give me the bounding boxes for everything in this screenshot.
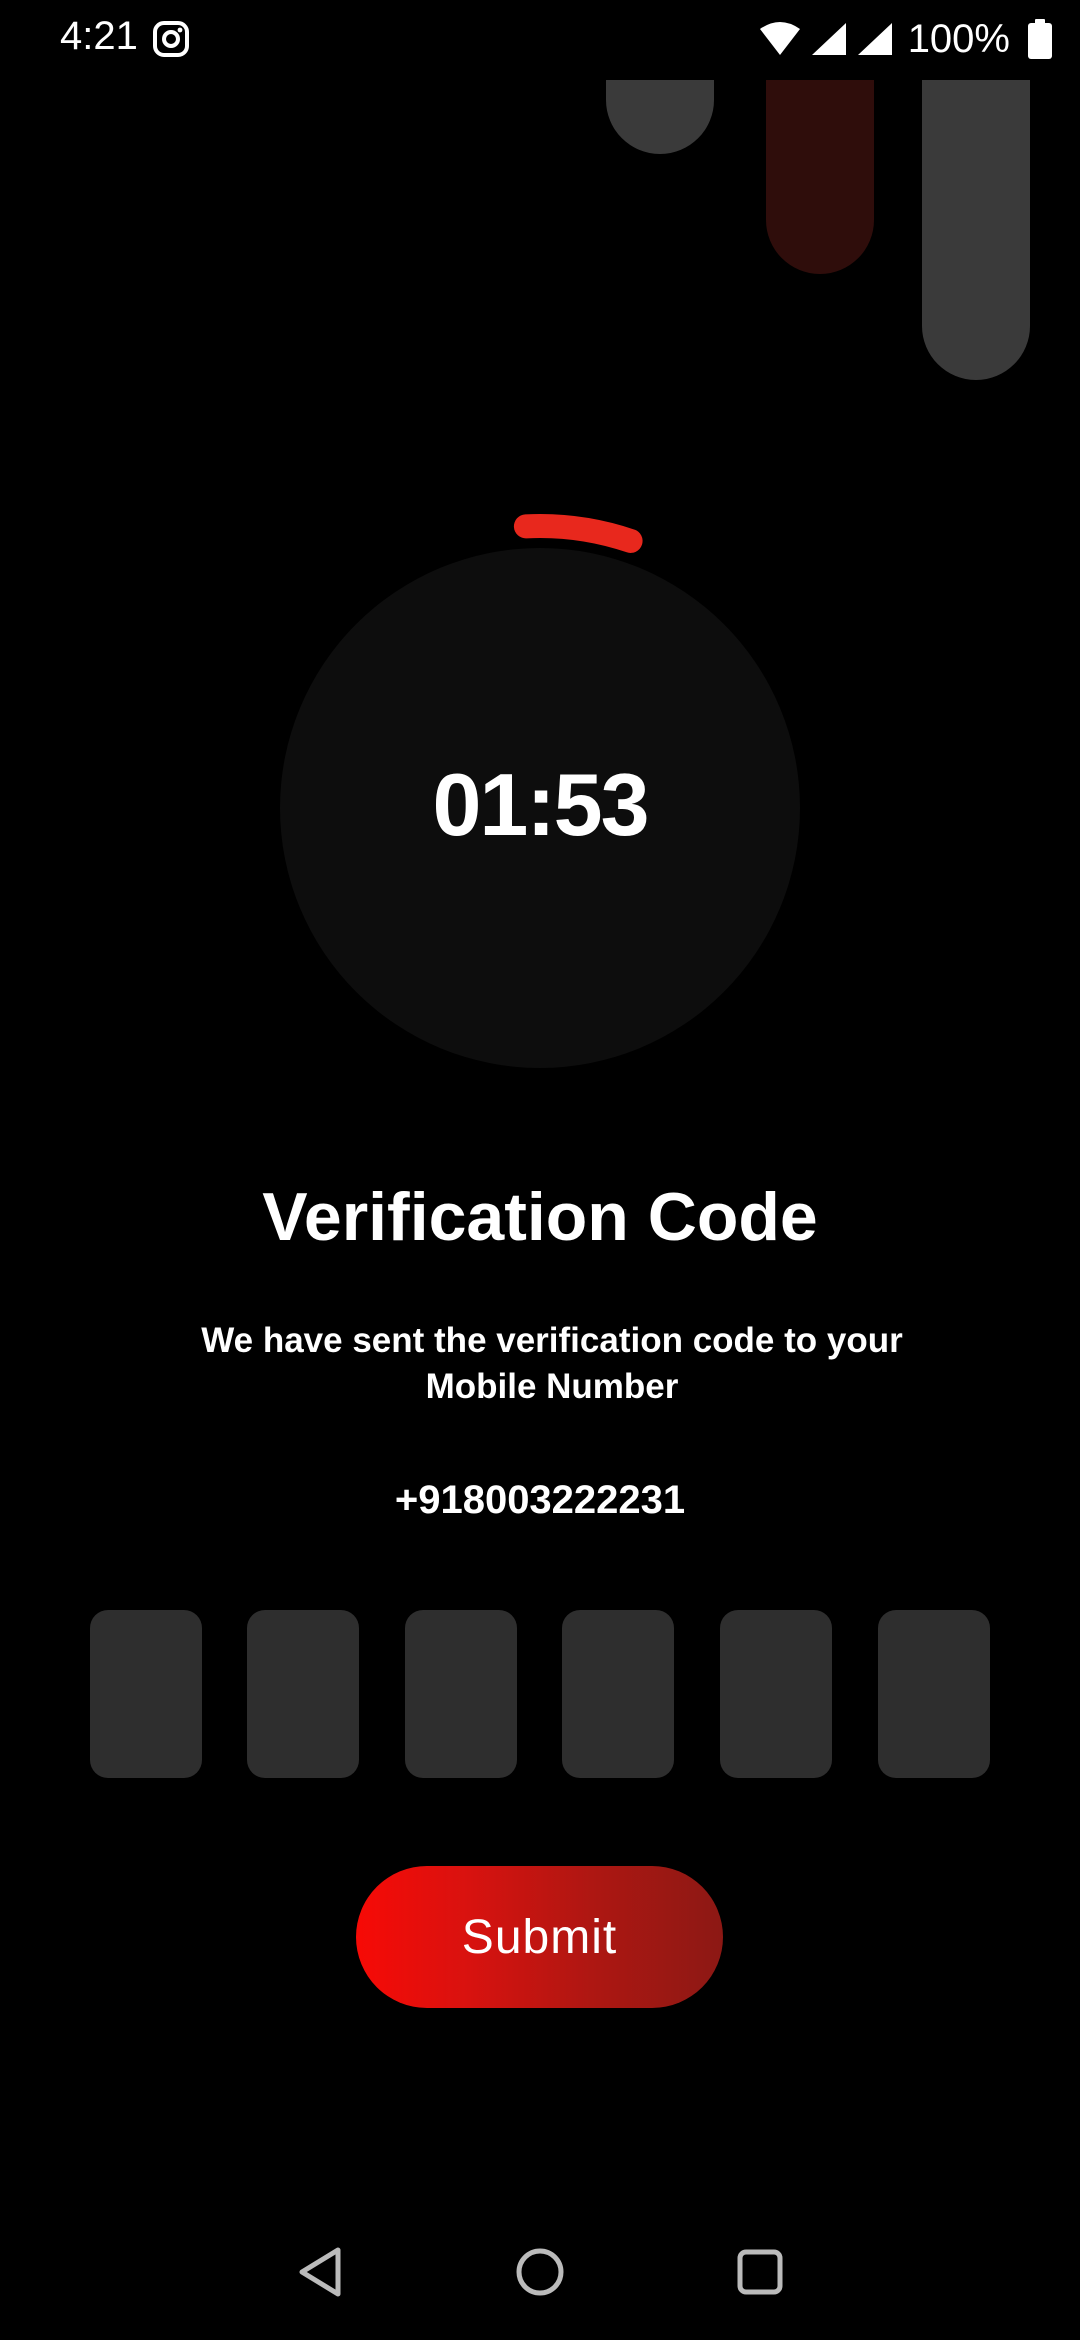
system-nav-bar [0,2220,1080,2330]
battery-percent: 100% [907,16,1010,61]
verification-description: We have sent the verification code to yo… [201,1321,903,1406]
timer-value: 01:53 [432,755,649,854]
cell-signal-icon [857,23,892,55]
otp-digit-4[interactable] [562,1610,674,1778]
otp-digit-6[interactable] [878,1610,990,1778]
cell-signal-icon [811,23,846,55]
otp-input-group [90,1610,990,1780]
submit-button[interactable]: Submit [356,1866,723,2008]
phone-number: +918003222231 [394,1478,686,1522]
back-icon[interactable] [292,2242,352,2302]
battery-icon [1028,19,1052,59]
status-bar: 4:21 100% [0,0,1080,80]
otp-digit-5[interactable] [720,1610,832,1778]
page-title: Verification Code [262,1179,818,1255]
wifi-icon [759,22,800,55]
decorative-pill-accent [766,80,874,274]
otp-digit-2[interactable] [247,1610,359,1778]
decorative-pill [922,80,1030,380]
recents-icon[interactable] [730,2242,790,2302]
status-icons: 100% [750,14,1052,64]
otp-digit-1[interactable] [90,1610,202,1778]
verification-screen: 4:21 100% 01:53 Verification Code We hav… [0,0,1080,2340]
otp-digit-3[interactable] [405,1610,517,1778]
countdown-timer: 01:53 [270,490,810,1090]
status-time: 4:21 [60,14,138,58]
decorative-pill [606,80,714,154]
instagram-icon [153,21,189,57]
timer-progress-arc [513,514,643,553]
home-icon[interactable] [510,2242,570,2302]
